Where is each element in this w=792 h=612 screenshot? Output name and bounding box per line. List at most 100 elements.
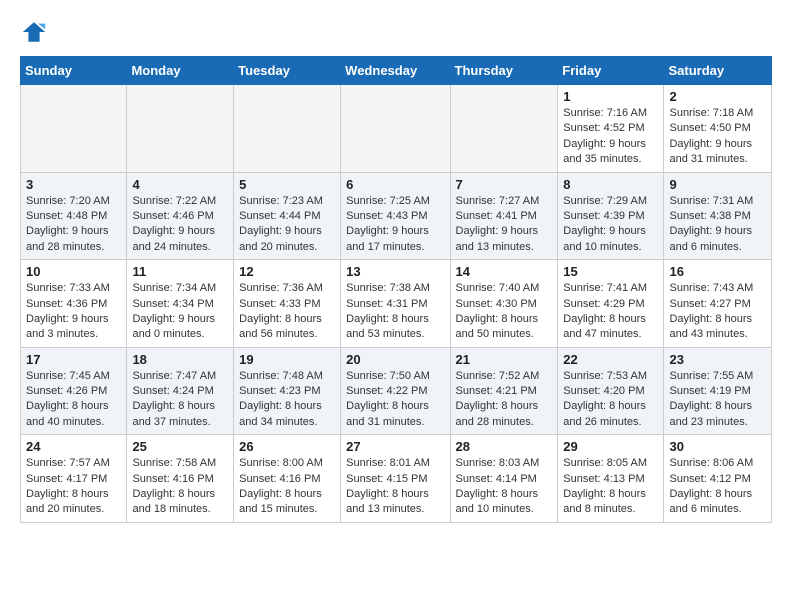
day-info: Sunrise: 7:55 AM Sunset: 4:19 PM Dayligh… [669,369,766,431]
calendar-cell: 2Sunrise: 7:18 AM Sunset: 4:50 PM Daylig… [664,85,772,173]
calendar-cell: 21 Sunrise: 7:52 AM Sunset: 4:21 PM Dayli… [450,347,558,435]
calendar-cell: 5 Sunrise: 7:23 AM Sunset: 4:44 PM Daylig… [234,172,341,260]
calendar-cell [127,85,234,173]
day-number: 3 [26,177,121,192]
day-info: Sunrise: 8:01 AM Sunset: 4:15 PM Dayligh… [346,456,444,518]
calendar-cell: 6 Sunrise: 7:25 AM Sunset: 4:43 PM Daylig… [341,172,450,260]
calendar-cell: 11Sunrise: 7:34 AM Sunset: 4:34 PM Dayli… [127,260,234,348]
calendar-cell: 15 Sunrise: 7:41 AM Sunset: 4:29 PM Dayli… [558,260,664,348]
calendar-cell: 26 Sunrise: 8:00 AM Sunset: 4:16 PM Dayli… [234,435,341,523]
day-info: Sunrise: 8:05 AM Sunset: 4:13 PM Dayligh… [563,456,658,518]
calendar-week-row: 1Sunrise: 7:16 AM Sunset: 4:52 PM Daylig… [21,85,772,173]
calendar-header-tuesday: Tuesday [234,57,341,85]
calendar-header-sunday: Sunday [21,57,127,85]
day-number: 25 [132,439,228,454]
calendar-cell: 13 Sunrise: 7:38 AM Sunset: 4:31 PM Dayli… [341,260,450,348]
day-number: 11 [132,264,228,279]
logo-icon [20,18,48,46]
calendar-cell [450,85,558,173]
day-number: 5 [239,177,335,192]
day-number: 29 [563,439,658,454]
day-info: Sunrise: 7:16 AM Sunset: 4:52 PM Dayligh… [563,106,658,168]
day-info: Sunrise: 7:41 AM Sunset: 4:29 PM Dayligh… [563,281,658,343]
day-info: Sunrise: 7:18 AM Sunset: 4:50 PM Dayligh… [669,106,766,168]
calendar-cell: 28Sunrise: 8:03 AM Sunset: 4:14 PM Dayli… [450,435,558,523]
day-number: 21 [456,352,553,367]
day-number: 19 [239,352,335,367]
calendar-week-row: 24Sunrise: 7:57 AM Sunset: 4:17 PM Dayli… [21,435,772,523]
day-info: Sunrise: 7:36 AM Sunset: 4:33 PM Dayligh… [239,281,335,343]
calendar-cell: 18Sunrise: 7:47 AM Sunset: 4:24 PM Dayli… [127,347,234,435]
calendar-header-row: SundayMondayTuesdayWednesdayThursdayFrid… [21,57,772,85]
day-info: Sunrise: 7:43 AM Sunset: 4:27 PM Dayligh… [669,281,766,343]
day-info: Sunrise: 7:58 AM Sunset: 4:16 PM Dayligh… [132,456,228,518]
day-number: 13 [346,264,444,279]
calendar-cell: 30Sunrise: 8:06 AM Sunset: 4:12 PM Dayli… [664,435,772,523]
calendar-cell [21,85,127,173]
day-info: Sunrise: 7:45 AM Sunset: 4:26 PM Dayligh… [26,369,121,431]
day-number: 9 [669,177,766,192]
calendar-cell: 27 Sunrise: 8:01 AM Sunset: 4:15 PM Dayli… [341,435,450,523]
calendar-cell: 3 Sunrise: 7:20 AM Sunset: 4:48 PM Daylig… [21,172,127,260]
calendar-week-row: 10 Sunrise: 7:33 AM Sunset: 4:36 PM Dayli… [21,260,772,348]
day-info: Sunrise: 7:50 AM Sunset: 4:22 PM Dayligh… [346,369,444,431]
day-number: 26 [239,439,335,454]
calendar: SundayMondayTuesdayWednesdayThursdayFrid… [20,56,772,523]
day-info: Sunrise: 7:53 AM Sunset: 4:20 PM Dayligh… [563,369,658,431]
calendar-cell: 4 Sunrise: 7:22 AM Sunset: 4:46 PM Daylig… [127,172,234,260]
calendar-cell: 8Sunrise: 7:29 AM Sunset: 4:39 PM Daylig… [558,172,664,260]
day-info: Sunrise: 7:38 AM Sunset: 4:31 PM Dayligh… [346,281,444,343]
day-info: Sunrise: 7:20 AM Sunset: 4:48 PM Dayligh… [26,194,121,256]
calendar-cell: 14 Sunrise: 7:40 AM Sunset: 4:30 PM Dayli… [450,260,558,348]
day-info: Sunrise: 7:48 AM Sunset: 4:23 PM Dayligh… [239,369,335,431]
calendar-cell: 16 Sunrise: 7:43 AM Sunset: 4:27 PM Dayli… [664,260,772,348]
day-info: Sunrise: 7:25 AM Sunset: 4:43 PM Dayligh… [346,194,444,256]
day-info: Sunrise: 7:40 AM Sunset: 4:30 PM Dayligh… [456,281,553,343]
calendar-header-wednesday: Wednesday [341,57,450,85]
day-info: Sunrise: 8:06 AM Sunset: 4:12 PM Dayligh… [669,456,766,518]
day-info: Sunrise: 8:03 AM Sunset: 4:14 PM Dayligh… [456,456,553,518]
day-number: 20 [346,352,444,367]
calendar-cell: 19 Sunrise: 7:48 AM Sunset: 4:23 PM Dayli… [234,347,341,435]
day-info: Sunrise: 7:47 AM Sunset: 4:24 PM Dayligh… [132,369,228,431]
day-info: Sunrise: 7:23 AM Sunset: 4:44 PM Dayligh… [239,194,335,256]
calendar-cell: 1Sunrise: 7:16 AM Sunset: 4:52 PM Daylig… [558,85,664,173]
calendar-week-row: 17 Sunrise: 7:45 AM Sunset: 4:26 PM Dayli… [21,347,772,435]
calendar-cell: 25 Sunrise: 7:58 AM Sunset: 4:16 PM Dayli… [127,435,234,523]
calendar-cell [341,85,450,173]
day-number: 7 [456,177,553,192]
calendar-week-row: 3 Sunrise: 7:20 AM Sunset: 4:48 PM Daylig… [21,172,772,260]
day-info: Sunrise: 8:00 AM Sunset: 4:16 PM Dayligh… [239,456,335,518]
calendar-header-saturday: Saturday [664,57,772,85]
day-number: 10 [26,264,121,279]
day-number: 23 [669,352,766,367]
day-info: Sunrise: 7:31 AM Sunset: 4:38 PM Dayligh… [669,194,766,256]
day-number: 17 [26,352,121,367]
calendar-cell [234,85,341,173]
day-info: Sunrise: 7:22 AM Sunset: 4:46 PM Dayligh… [132,194,228,256]
day-number: 12 [239,264,335,279]
calendar-cell: 23 Sunrise: 7:55 AM Sunset: 4:19 PM Dayli… [664,347,772,435]
logo [20,18,52,46]
day-number: 15 [563,264,658,279]
calendar-header-monday: Monday [127,57,234,85]
day-number: 22 [563,352,658,367]
header [0,0,792,56]
day-info: Sunrise: 7:33 AM Sunset: 4:36 PM Dayligh… [26,281,121,343]
calendar-cell: 24Sunrise: 7:57 AM Sunset: 4:17 PM Dayli… [21,435,127,523]
day-info: Sunrise: 7:57 AM Sunset: 4:17 PM Dayligh… [26,456,121,518]
day-number: 14 [456,264,553,279]
calendar-cell: 10 Sunrise: 7:33 AM Sunset: 4:36 PM Dayli… [21,260,127,348]
day-info: Sunrise: 7:27 AM Sunset: 4:41 PM Dayligh… [456,194,553,256]
calendar-header-friday: Friday [558,57,664,85]
calendar-cell: 9 Sunrise: 7:31 AM Sunset: 4:38 PM Daylig… [664,172,772,260]
day-info: Sunrise: 7:52 AM Sunset: 4:21 PM Dayligh… [456,369,553,431]
calendar-cell: 29 Sunrise: 8:05 AM Sunset: 4:13 PM Dayli… [558,435,664,523]
day-number: 6 [346,177,444,192]
day-info: Sunrise: 7:29 AM Sunset: 4:39 PM Dayligh… [563,194,658,256]
calendar-header-thursday: Thursday [450,57,558,85]
calendar-cell: 17 Sunrise: 7:45 AM Sunset: 4:26 PM Dayli… [21,347,127,435]
day-number: 4 [132,177,228,192]
day-number: 27 [346,439,444,454]
day-number: 16 [669,264,766,279]
